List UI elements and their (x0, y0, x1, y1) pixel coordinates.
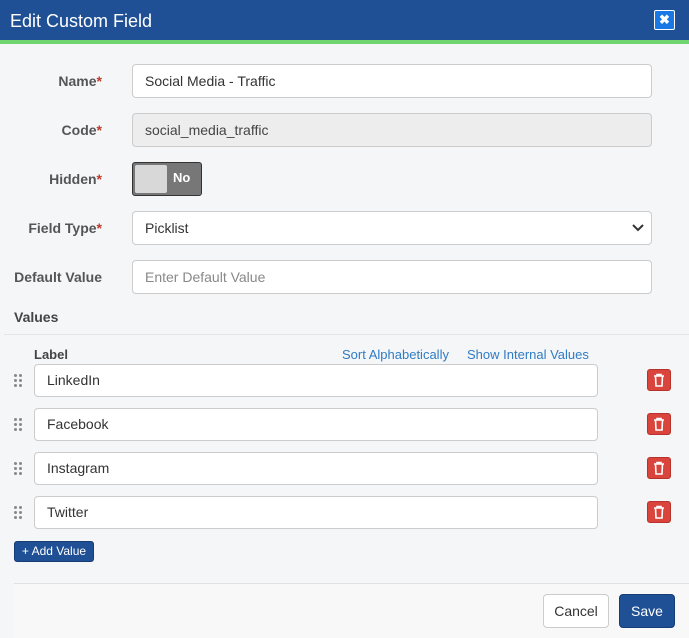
sort-alphabetically-link[interactable]: Sort Alphabetically (342, 347, 449, 362)
required-marker: * (96, 73, 102, 89)
drag-handle-icon[interactable] (14, 418, 24, 432)
hidden-toggle[interactable]: No (132, 162, 202, 196)
default-value-label-text: Default Value (14, 269, 102, 285)
save-button[interactable]: Save (619, 594, 675, 628)
trash-icon (654, 373, 664, 387)
delete-value-button[interactable] (647, 369, 671, 391)
toggle-knob (135, 165, 167, 193)
code-input: social_media_traffic (132, 113, 652, 147)
drag-handle-icon[interactable] (14, 506, 24, 520)
edit-custom-field-dialog: Edit Custom Field ✖ Name* Social Media -… (0, 0, 689, 638)
value-label-input[interactable]: LinkedIn (34, 364, 598, 397)
value-label-text: Facebook (47, 416, 109, 432)
name-input[interactable]: Social Media - Traffic (132, 64, 652, 98)
hidden-label-text: Hidden (49, 171, 97, 187)
label-column-header: Label (34, 347, 68, 362)
close-button[interactable]: ✖ (654, 10, 675, 30)
value-label-input[interactable]: Twitter (34, 496, 598, 529)
field-type-selected-value: Picklist (145, 220, 189, 236)
name-input-value: Social Media - Traffic (145, 73, 276, 89)
chevron-down-icon (632, 224, 644, 232)
default-value-placeholder: Enter Default Value (145, 269, 266, 285)
field-type-label: Field Type* (28, 219, 102, 237)
delete-value-button[interactable] (647, 501, 671, 523)
values-section-title: Values (14, 309, 59, 325)
save-label: Save (631, 603, 663, 619)
name-label-text: Name (58, 73, 97, 89)
value-label-text: Twitter (47, 504, 89, 520)
value-label-input[interactable]: Instagram (34, 452, 598, 485)
header-accent-bar (0, 40, 689, 44)
default-value-label: Default Value (14, 268, 102, 286)
required-marker: * (96, 171, 102, 187)
delete-value-button[interactable] (647, 457, 671, 479)
dialog-header: Edit Custom Field ✖ (0, 0, 689, 40)
hidden-label: Hidden* (49, 170, 102, 188)
drag-handle-icon[interactable] (14, 374, 24, 388)
code-label: Code* (62, 121, 102, 139)
drag-handle-icon[interactable] (14, 462, 24, 476)
dialog-title: Edit Custom Field (10, 11, 153, 31)
close-icon: ✖ (659, 12, 670, 27)
code-label-text: Code (61, 122, 97, 138)
field-type-label-text: Field Type (28, 220, 97, 236)
trash-icon (654, 461, 664, 475)
delete-value-button[interactable] (647, 413, 671, 435)
cancel-button[interactable]: Cancel (543, 594, 609, 628)
value-label-text: LinkedIn (47, 372, 100, 388)
add-value-label: + Add Value (21, 544, 87, 558)
required-marker: * (96, 122, 102, 138)
default-value-input[interactable]: Enter Default Value (132, 260, 652, 294)
values-divider (4, 334, 689, 335)
value-label-text: Instagram (47, 460, 110, 476)
required-marker: * (96, 220, 102, 236)
add-value-button[interactable]: + Add Value (14, 541, 94, 562)
code-input-value: social_media_traffic (145, 122, 269, 138)
name-label: Name* (58, 72, 102, 90)
toggle-state-text: No (173, 170, 191, 185)
cancel-label: Cancel (554, 603, 598, 619)
field-type-select[interactable]: Picklist (132, 211, 652, 245)
show-internal-values-link[interactable]: Show Internal Values (467, 347, 589, 362)
trash-icon (654, 417, 664, 431)
trash-icon (654, 505, 664, 519)
value-label-input[interactable]: Facebook (34, 408, 598, 441)
